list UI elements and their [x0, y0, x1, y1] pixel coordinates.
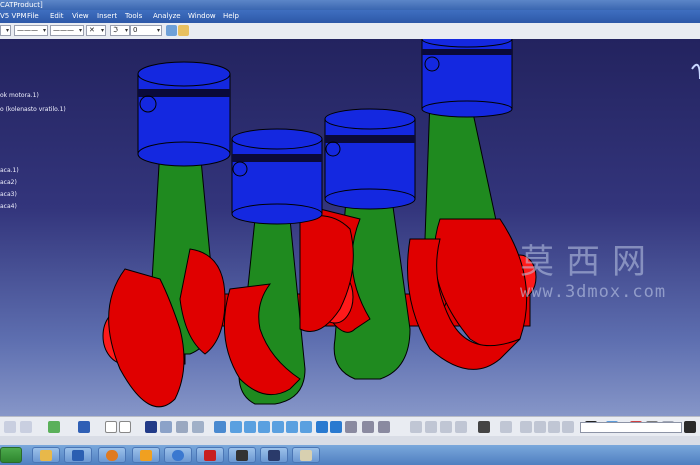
catalog-icon[interactable]: [176, 421, 188, 433]
taskbar-item[interactable]: [98, 447, 126, 463]
menu-v5-vpm[interactable]: V5 VPM: [0, 10, 27, 23]
app-icon: [72, 450, 84, 461]
window-title: CATProduct]: [0, 1, 43, 9]
color-combo[interactable]: ▾: [0, 25, 11, 36]
ie-icon: [172, 450, 184, 461]
spec-tree-item[interactable]: aca3): [0, 191, 17, 198]
taskbar-item[interactable]: [32, 447, 60, 463]
spec-tree-item[interactable]: aca2): [0, 179, 17, 186]
menu-help[interactable]: Help: [223, 10, 239, 23]
analysis-icon[interactable]: [378, 421, 390, 433]
annotation-icon[interactable]: [562, 421, 574, 433]
zoom-in-icon[interactable]: [272, 421, 284, 433]
layer-combo[interactable]: 0 ▾: [130, 25, 162, 36]
menu-analyze[interactable]: Analyze: [153, 10, 181, 23]
start-icon[interactable]: [0, 447, 22, 463]
layer-icon: ℑ: [113, 26, 118, 34]
menu-view[interactable]: View: [72, 10, 89, 23]
brush-app-icon: [300, 450, 312, 461]
menu-insert[interactable]: Insert: [97, 10, 117, 23]
redo-icon[interactable]: [20, 421, 32, 433]
clash-icon[interactable]: [455, 421, 467, 433]
catia-icon: [268, 450, 280, 461]
painter-icon[interactable]: [178, 25, 189, 36]
spec-tree-item[interactable]: ok motora.1): [0, 92, 39, 99]
spec-tree-icon[interactable]: [145, 421, 157, 433]
spec-tree-item[interactable]: aca.1): [0, 167, 19, 174]
line-weight-value: ———: [53, 26, 74, 34]
apply-material-icon[interactable]: [425, 421, 437, 433]
shading-icon[interactable]: [330, 421, 342, 433]
zoom-out-icon[interactable]: [286, 421, 298, 433]
taskbar-item[interactable]: [196, 447, 224, 463]
app-icon: [236, 450, 248, 461]
command-input[interactable]: [580, 422, 682, 433]
publish-icon[interactable]: [548, 421, 560, 433]
spec-tree-item[interactable]: aca4): [0, 203, 17, 210]
iso-view-icon[interactable]: [316, 421, 328, 433]
firefox-icon: [106, 450, 118, 461]
update-icon[interactable]: [48, 421, 60, 433]
engine-model[interactable]: [0, 39, 700, 416]
cylinder-4[interactable]: [407, 39, 528, 370]
knowledge-icon[interactable]: [192, 421, 204, 433]
status-bar: [0, 422, 700, 445]
menu-bar: V5 VPM File Edit View Insert Tools Analy…: [0, 10, 700, 23]
rotate-icon[interactable]: [258, 421, 270, 433]
point-style-icon: ✕: [89, 26, 95, 34]
help-icon[interactable]: [78, 421, 90, 433]
line-type-combo[interactable]: ——— ▾: [14, 25, 48, 36]
taskbar-item[interactable]: [164, 447, 192, 463]
brush-icon[interactable]: [166, 25, 177, 36]
menu-tools[interactable]: Tools: [125, 10, 142, 23]
folder-icon: [40, 450, 52, 461]
swap-icon[interactable]: [362, 421, 374, 433]
point-style-combo[interactable]: ✕ ▾: [86, 25, 106, 36]
fx-icon[interactable]: [105, 421, 117, 433]
taskbar-item[interactable]: [64, 447, 92, 463]
layer-prefix-combo[interactable]: ℑ ▾: [110, 25, 130, 36]
taskbar-item[interactable]: [292, 447, 320, 463]
comment-icon[interactable]: [119, 421, 131, 433]
table-icon[interactable]: [500, 421, 512, 433]
snap-icon[interactable]: [160, 421, 172, 433]
line-weight-combo[interactable]: ——— ▾: [50, 25, 84, 36]
taskbar-item[interactable]: [260, 447, 288, 463]
taskbar: [0, 445, 700, 465]
inventor-icon: [140, 450, 152, 461]
scenes-icon[interactable]: [534, 421, 546, 433]
pan-icon[interactable]: [244, 421, 256, 433]
menu-window[interactable]: Window: [188, 10, 216, 23]
autocad-icon: [204, 450, 216, 461]
line-type-value: ———: [17, 26, 38, 34]
bom-icon[interactable]: [520, 421, 532, 433]
sketch-icon[interactable]: [478, 421, 490, 433]
cylinder-1[interactable]: [108, 61, 231, 408]
compass-icon[interactable]: [691, 63, 700, 80]
title-bar: CATProduct]: [0, 0, 700, 10]
rightmost-icon[interactable]: [684, 421, 696, 433]
menu-file[interactable]: File: [27, 10, 39, 23]
measure-icon[interactable]: [410, 421, 422, 433]
hide-show-icon[interactable]: [345, 421, 357, 433]
watermark-url: www.3dmox.com: [520, 282, 667, 302]
graphic-properties-toolbar: ▾ ——— ▾ ——— ▾ ✕ ▾ ℑ ▾ 0 ▾: [0, 23, 700, 40]
taskbar-item[interactable]: [132, 447, 160, 463]
fly-icon[interactable]: [214, 421, 226, 433]
3d-viewport[interactable]: ok motora.1) o (kolenasto vratilo.1) aca…: [0, 39, 700, 416]
spec-tree-item[interactable]: o (kolenasto vratilo.1): [0, 106, 66, 113]
layer-value: 0: [133, 26, 138, 34]
section-icon[interactable]: [440, 421, 452, 433]
fit-all-icon[interactable]: [230, 421, 242, 433]
taskbar-item[interactable]: [228, 447, 256, 463]
undo-icon[interactable]: [4, 421, 16, 433]
menu-edit[interactable]: Edit: [50, 10, 64, 23]
normal-view-icon[interactable]: [300, 421, 312, 433]
watermark-logo: 莫西网: [520, 242, 658, 282]
